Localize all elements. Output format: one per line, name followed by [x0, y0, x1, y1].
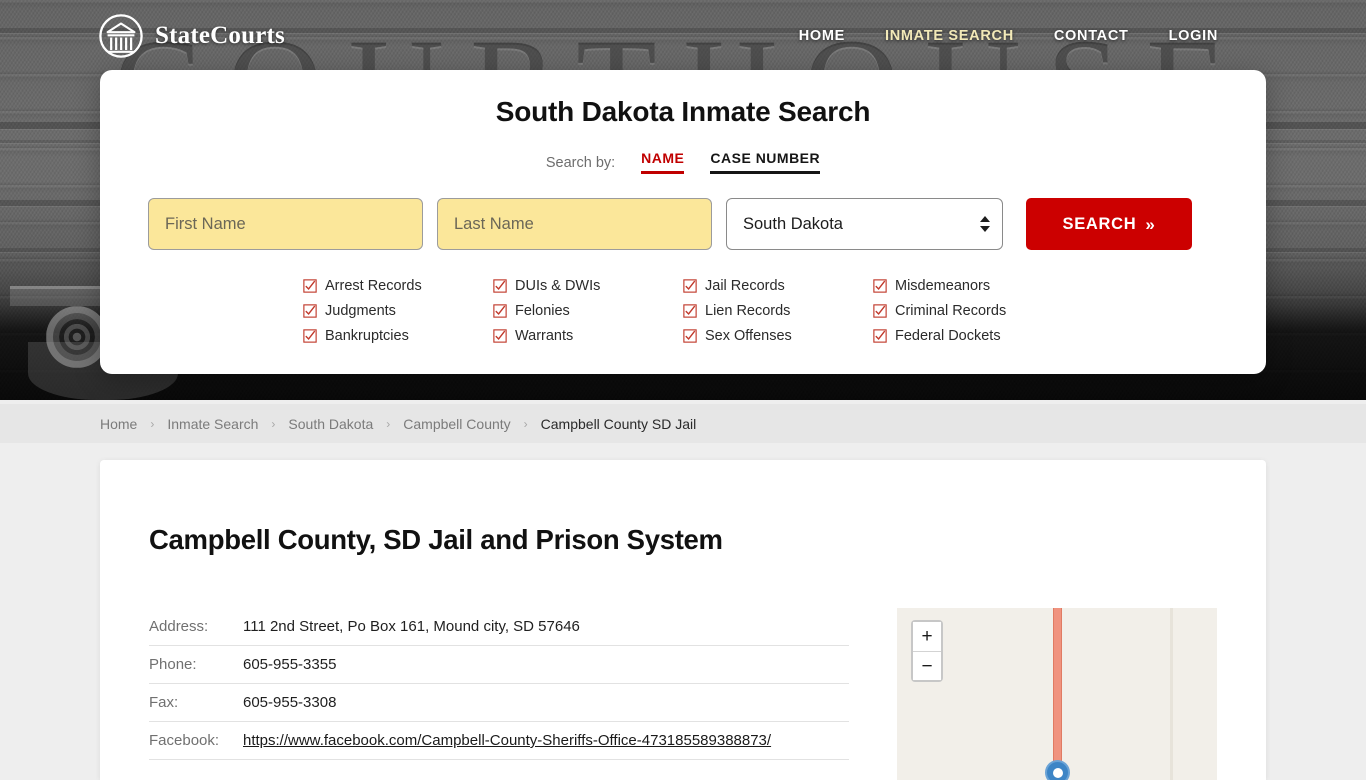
table-row: Fax: 605-955-3308 — [149, 683, 849, 722]
search-by-tabs: Search by: NAME CASE NUMBER — [100, 150, 1266, 174]
state-select-wrapper: South Dakota — [726, 198, 1003, 250]
record-type-label: Bankruptcies — [325, 328, 409, 344]
checked-checkbox-icon — [303, 279, 317, 293]
record-type-item[interactable]: Misdemeanors — [873, 278, 1063, 294]
checked-checkbox-icon — [493, 279, 507, 293]
page-title: Campbell County, SD Jail and Prison Syst… — [149, 524, 723, 555]
breadcrumb-item-campbell-county[interactable]: Campbell County — [403, 416, 510, 432]
record-type-item[interactable]: DUIs & DWIs — [493, 278, 683, 294]
courthouse-circle-icon — [99, 14, 143, 58]
record-type-item[interactable]: Jail Records — [683, 278, 873, 294]
chevron-right-icon: › — [386, 416, 391, 431]
checked-checkbox-icon — [683, 329, 697, 343]
map-location-marker-icon[interactable] — [1045, 760, 1070, 780]
record-type-item[interactable]: Bankruptcies — [303, 328, 493, 344]
hero-header: COURTHOUSE StateCourts HOME INMATE SEARC… — [0, 0, 1366, 400]
record-type-item[interactable]: Sex Offenses — [683, 328, 873, 344]
detail-label-facebook: Facebook: — [149, 721, 243, 760]
record-type-label: Federal Dockets — [895, 328, 1001, 344]
detail-label-address: Address: — [149, 608, 243, 646]
chevron-right-icon: › — [271, 416, 276, 431]
record-type-label: Judgments — [325, 303, 396, 319]
search-form: South Dakota SEARCH » — [100, 198, 1266, 250]
facility-detail-card: Campbell County, SD Jail and Prison Syst… — [100, 460, 1266, 780]
search-button-label: SEARCH — [1062, 214, 1137, 233]
record-type-label: Misdemeanors — [895, 278, 991, 294]
map-primary-road — [1053, 608, 1062, 780]
location-map[interactable]: + − — [897, 608, 1217, 780]
record-type-item[interactable]: Arrest Records — [303, 278, 493, 294]
checked-checkbox-icon — [493, 329, 507, 343]
record-type-item[interactable]: Lien Records — [683, 303, 873, 319]
record-type-label: Felonies — [515, 303, 570, 319]
tab-search-by-name[interactable]: NAME — [641, 150, 685, 174]
nav-item-login[interactable]: LOGIN — [1169, 28, 1218, 44]
last-name-input[interactable] — [437, 198, 712, 250]
breadcrumb: Home › Inmate Search › South Dakota › Ca… — [0, 404, 1366, 443]
record-type-item[interactable]: Judgments — [303, 303, 493, 319]
checked-checkbox-icon — [683, 279, 697, 293]
nav-item-contact[interactable]: CONTACT — [1054, 28, 1129, 44]
map-zoom-out-button[interactable]: − — [913, 651, 941, 680]
record-type-label: Warrants — [515, 328, 574, 344]
top-navigation-bar: StateCourts HOME INMATE SEARCH CONTACT L… — [0, 0, 1366, 72]
nav-item-inmate-search[interactable]: INMATE SEARCH — [885, 28, 1014, 44]
checked-checkbox-icon — [873, 279, 887, 293]
record-type-item[interactable]: Federal Dockets — [873, 328, 1063, 344]
record-type-label: DUIs & DWIs — [515, 278, 601, 294]
checked-checkbox-icon — [873, 304, 887, 318]
facebook-link[interactable]: https://www.facebook.com/Campbell-County… — [243, 732, 771, 749]
search-card-title: South Dakota Inmate Search — [495, 96, 871, 127]
map-zoom-in-button[interactable]: + — [913, 622, 941, 651]
detail-value-address: 111 2nd Street, Po Box 161, Mound city, … — [243, 608, 849, 646]
detail-label-fax: Fax: — [149, 683, 243, 722]
inmate-search-card: South Dakota Inmate Search Search by: NA… — [100, 70, 1266, 374]
checked-checkbox-icon — [303, 304, 317, 318]
record-type-label: Sex Offenses — [705, 328, 792, 344]
double-chevron-right-icon: » — [1145, 214, 1156, 234]
record-type-item[interactable]: Felonies — [493, 303, 683, 319]
checked-checkbox-icon — [303, 329, 317, 343]
primary-nav: HOME INMATE SEARCH CONTACT LOGIN — [799, 28, 1218, 44]
table-row: Phone: 605-955-3355 — [149, 645, 849, 684]
checked-checkbox-icon — [683, 304, 697, 318]
detail-value-phone: 605-955-3355 — [243, 645, 849, 684]
map-secondary-road — [1170, 608, 1173, 780]
first-name-input[interactable] — [148, 198, 423, 250]
record-type-item[interactable]: Warrants — [493, 328, 683, 344]
search-button[interactable]: SEARCH » — [1026, 198, 1192, 250]
brand-name: StateCourts — [155, 22, 285, 49]
map-zoom-controls: + − — [911, 620, 943, 682]
record-type-label: Lien Records — [705, 303, 791, 319]
tab-search-by-case-number[interactable]: CASE NUMBER — [710, 150, 821, 174]
table-row: Address: 111 2nd Street, Po Box 161, Mou… — [149, 608, 849, 646]
chevron-right-icon: › — [523, 416, 528, 431]
nav-item-home[interactable]: HOME — [799, 28, 845, 44]
search-by-label: Search by: — [545, 155, 616, 171]
detail-value-facebook: https://www.facebook.com/Campbell-County… — [243, 721, 849, 760]
brand-logo-link[interactable]: StateCourts — [98, 13, 285, 59]
record-type-label: Criminal Records — [895, 303, 1007, 319]
page-body: Campbell County, SD Jail and Prison Syst… — [0, 443, 1366, 780]
checked-checkbox-icon — [873, 329, 887, 343]
breadcrumb-item-current: Campbell County SD Jail — [540, 415, 697, 432]
table-row: Facebook: https://www.facebook.com/Campb… — [149, 721, 849, 760]
facility-details-table: Address: 111 2nd Street, Po Box 161, Mou… — [149, 608, 849, 760]
breadcrumb-item-south-dakota[interactable]: South Dakota — [288, 416, 373, 432]
record-type-item[interactable]: Criminal Records — [873, 303, 1063, 319]
state-select[interactable]: South Dakota — [726, 198, 1003, 250]
record-type-label: Jail Records — [705, 278, 785, 294]
checked-checkbox-icon — [493, 304, 507, 318]
detail-value-fax: 605-955-3308 — [243, 683, 849, 722]
breadcrumb-item-inmate-search[interactable]: Inmate Search — [167, 416, 258, 432]
chevron-right-icon: › — [150, 416, 155, 431]
record-types-list: Arrest Records Judgments Bankruptcies DU… — [303, 278, 1063, 344]
detail-label-phone: Phone: — [149, 645, 243, 684]
breadcrumb-item-home[interactable]: Home — [100, 416, 137, 432]
record-type-label: Arrest Records — [325, 278, 422, 294]
